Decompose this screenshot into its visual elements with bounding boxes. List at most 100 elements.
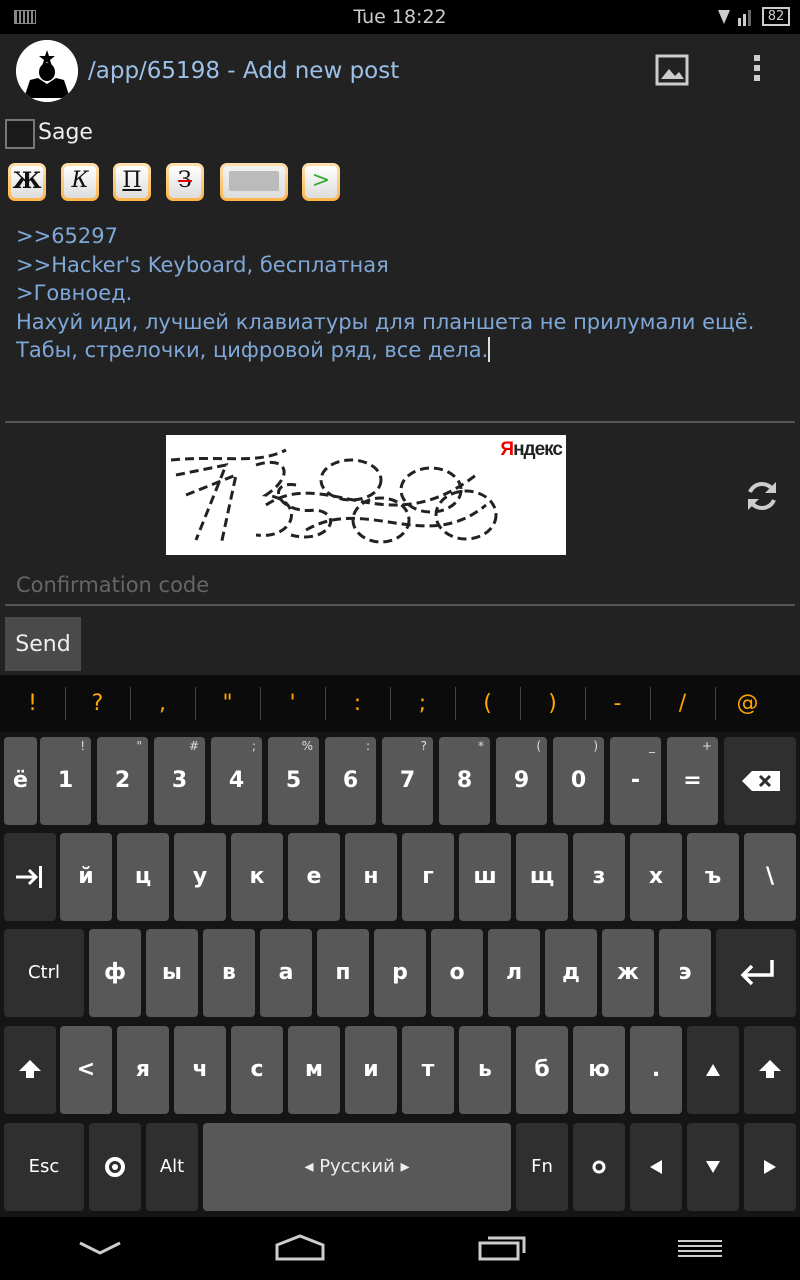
overflow-menu-icon[interactable] [745, 52, 769, 88]
esc-key[interactable]: Esc [4, 1123, 84, 1211]
symbol-question[interactable]: ? [65, 675, 130, 732]
key-o[interactable]: о [431, 929, 483, 1017]
refresh-captcha-icon[interactable] [742, 476, 782, 516]
key-g[interactable]: г [402, 833, 454, 921]
key-l[interactable]: л [488, 929, 540, 1017]
key-zh[interactable]: ж [602, 929, 654, 1017]
arrow-up-key[interactable] [687, 1026, 739, 1114]
confirmation-code-field[interactable]: Confirmation code [16, 573, 209, 597]
send-button[interactable]: Send [5, 617, 81, 671]
alt-key[interactable]: Alt [146, 1123, 198, 1211]
tab-key[interactable] [4, 833, 56, 921]
key-p[interactable]: п [317, 929, 369, 1017]
key-n[interactable]: н [345, 833, 397, 921]
symbol-double-quote[interactable]: " [195, 675, 260, 732]
key-8[interactable]: * 8 [439, 737, 490, 825]
symbol-apostrophe[interactable]: ' [260, 675, 325, 732]
space-key[interactable]: ◂ Русский ▸ [203, 1123, 511, 1211]
symbol-semicolon[interactable]: ; [390, 675, 455, 732]
key-h[interactable]: х [630, 833, 682, 921]
key-4[interactable]: ; 4 [211, 737, 262, 825]
key-i[interactable]: и [345, 1026, 397, 1114]
key-soft-sign[interactable]: ь [459, 1026, 511, 1114]
quote-button[interactable]: > [302, 163, 340, 201]
key-ch[interactable]: ч [174, 1026, 226, 1114]
settings-key[interactable] [89, 1123, 141, 1211]
italic-button[interactable]: К [61, 163, 99, 201]
key-6[interactable]: :6 [325, 737, 376, 825]
key-backslash[interactable]: \ [744, 833, 796, 921]
yandex-logo: Яндекс [500, 439, 563, 460]
key-equals[interactable]: + = [667, 737, 718, 825]
key-u[interactable]: у [174, 833, 226, 921]
fn-key[interactable]: Fn [516, 1123, 568, 1211]
key-period[interactable]: . [630, 1026, 682, 1114]
key-d[interactable]: д [545, 929, 597, 1017]
key-b[interactable]: б [516, 1026, 568, 1114]
key-ts[interactable]: ц [117, 833, 169, 921]
key-7[interactable]: ? 7 [382, 737, 433, 825]
symbol-open-paren[interactable]: ( [455, 675, 520, 732]
arrow-left-key[interactable] [630, 1123, 682, 1211]
arrow-down-key[interactable] [687, 1123, 739, 1211]
key-r[interactable]: р [374, 929, 426, 1017]
arrow-left-icon [650, 1160, 662, 1174]
spoiler-button[interactable] [220, 163, 288, 201]
key-t[interactable]: т [402, 1026, 454, 1114]
symbol-at[interactable]: @ [715, 675, 780, 732]
arrow-right-key[interactable] [744, 1123, 796, 1211]
key-2[interactable]: " 2 [97, 737, 148, 825]
recent-apps-icon[interactable] [478, 1235, 526, 1261]
key-j[interactable]: й [60, 833, 112, 921]
menu-icon[interactable] [676, 1239, 724, 1259]
key-yo[interactable]: ё [4, 737, 37, 825]
home-icon[interactable] [274, 1233, 326, 1261]
key-z[interactable]: з [573, 833, 625, 921]
key-less-than[interactable]: < [60, 1026, 112, 1114]
key-s[interactable]: с [231, 1026, 283, 1114]
key-e[interactable]: е [288, 833, 340, 921]
key-m[interactable]: м [288, 1026, 340, 1114]
symbol-comma[interactable]: , [130, 675, 195, 732]
menu-key[interactable] [573, 1123, 625, 1211]
symbol-dash[interactable]: - [585, 675, 650, 732]
key-0[interactable]: ) 0 [553, 737, 604, 825]
symbol-suggestion-row: ! ? , " ' : ; ( ) - / @ [0, 675, 800, 732]
symbol-close-paren[interactable]: ) [520, 675, 585, 732]
symbol-exclamation[interactable]: ! [0, 675, 65, 732]
strikethrough-button[interactable]: З [166, 163, 204, 201]
back-icon[interactable] [78, 1239, 122, 1257]
key-shch[interactable]: щ [516, 833, 568, 921]
key-ya[interactable]: я [117, 1026, 169, 1114]
key-sh[interactable]: ш [459, 833, 511, 921]
image-attach-icon[interactable] [655, 54, 689, 86]
sage-checkbox[interactable] [5, 119, 35, 149]
shift-key-right[interactable] [744, 1026, 796, 1114]
symbol-slash[interactable]: / [650, 675, 715, 732]
key-a[interactable]: а [260, 929, 312, 1017]
app-logo-icon[interactable] [16, 40, 78, 102]
shift-key-left[interactable] [4, 1026, 56, 1114]
key-v[interactable]: в [203, 929, 255, 1017]
key-y[interactable]: ы [146, 929, 198, 1017]
key-hard-sign[interactable]: ъ [687, 833, 739, 921]
backspace-key[interactable] [724, 737, 796, 825]
enter-key[interactable] [716, 929, 796, 1017]
bold-button[interactable]: Ж [8, 163, 46, 201]
underline-button[interactable]: П [113, 163, 151, 201]
key-5[interactable]: % 5 [268, 737, 319, 825]
post-text-input[interactable]: >>65297 >>Hacker's Keyboard, бесплатная … [16, 222, 786, 365]
symbol-colon[interactable]: : [325, 675, 390, 732]
key-f[interactable]: ф [89, 929, 141, 1017]
key-9[interactable]: (9 [496, 737, 547, 825]
key-3[interactable]: #3 [154, 737, 205, 825]
key-k[interactable]: к [231, 833, 283, 921]
key-yu[interactable]: ю [573, 1026, 625, 1114]
key-eh[interactable]: э [659, 929, 711, 1017]
page-title: /app/65198 - Add new post [88, 58, 400, 84]
key-1[interactable]: ! 1 [40, 737, 91, 825]
ctrl-key[interactable]: Ctrl [4, 929, 84, 1017]
key-minus[interactable]: _ - [610, 737, 661, 825]
backspace-icon [742, 771, 780, 791]
battery-icon: 82 [762, 7, 790, 26]
